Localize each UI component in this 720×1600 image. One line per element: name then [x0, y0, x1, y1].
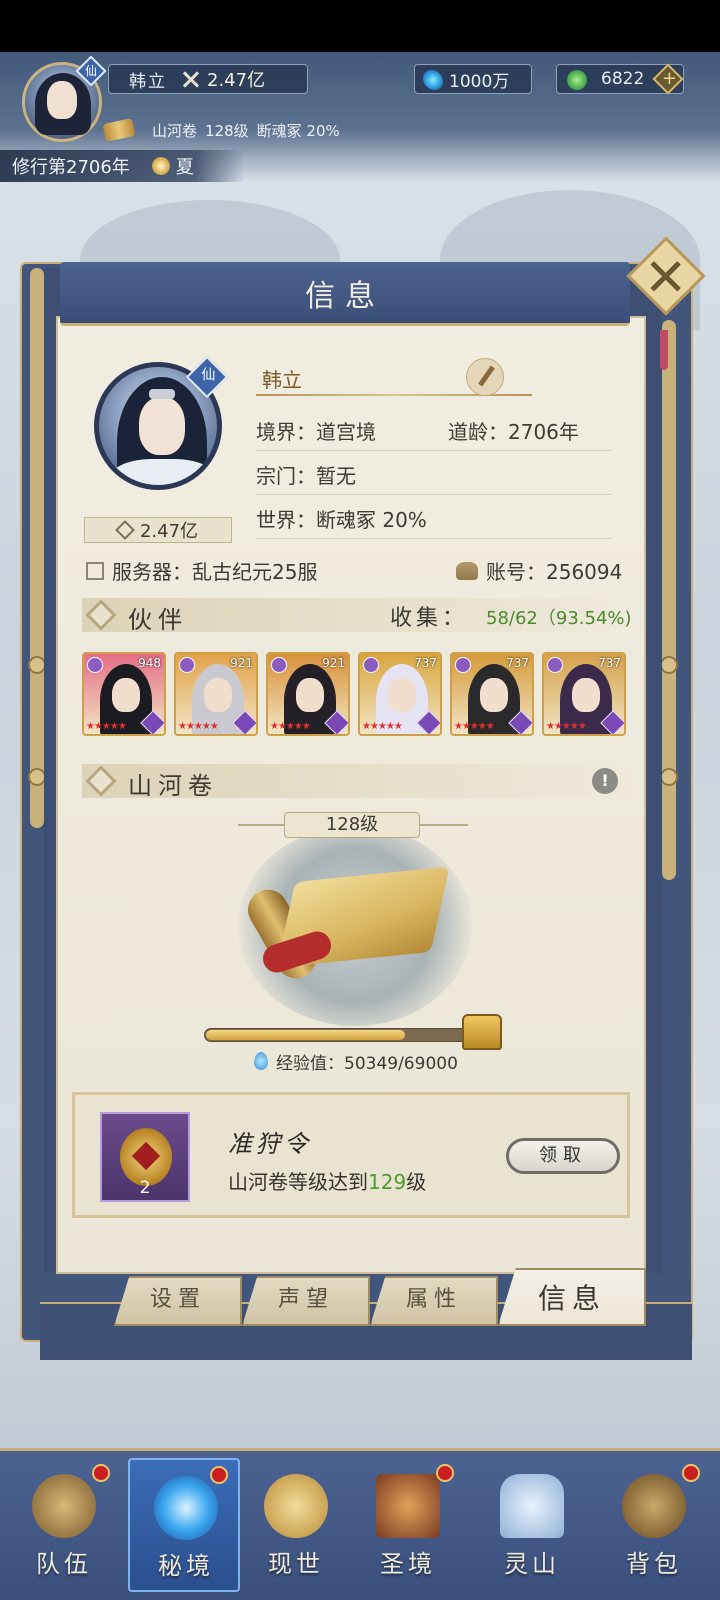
element-icon [87, 657, 103, 673]
nav-present-world[interactable]: 现世 [240, 1458, 352, 1592]
partner-card[interactable]: 737 ★★★★★ [358, 652, 442, 736]
divider [256, 450, 612, 451]
left-rail [30, 268, 44, 828]
palace-icon [376, 1474, 440, 1538]
panel-title: 信息 [305, 279, 385, 314]
scroll-summary[interactable]: 山河卷 128级 断魂冢 20% [102, 118, 364, 142]
partner-card[interactable]: 921 ★★★★★ [174, 652, 258, 736]
partner-level: 737 [506, 656, 529, 670]
exp-progress-fill [206, 1030, 405, 1040]
spirit-stone-currency[interactable]: 1000万 [414, 64, 532, 94]
tab-fame[interactable]: 声望 [242, 1276, 370, 1326]
status-bar [0, 0, 720, 52]
power-value: 2.47亿 [139, 521, 199, 542]
rail-knob [660, 656, 678, 674]
star-rating: ★★★★★ [454, 721, 495, 732]
nav-secret-realm[interactable]: 秘境 [128, 1458, 240, 1592]
team-hat-icon [32, 1474, 96, 1538]
partner-level: 737 [598, 656, 621, 670]
crossed-swords-icon [181, 70, 201, 88]
power-chip: 2.47亿 [84, 517, 232, 543]
vortex-icon [154, 1476, 218, 1540]
star-rating: ★★★★★ [178, 721, 219, 732]
account-info[interactable]: 账号：256094 [456, 556, 622, 585]
tab-info[interactable]: 信息 [498, 1268, 646, 1326]
world-text: 世界：断魂冢 20% [256, 508, 427, 532]
element-icon [455, 657, 471, 673]
rename-brush-icon[interactable] [466, 358, 504, 396]
claim-button[interactable]: 领取 [506, 1138, 620, 1174]
reward-name: 准狩令 [228, 1130, 312, 1158]
dao-age-text: 道龄：2706年 [448, 420, 579, 444]
notification-dot [92, 1464, 110, 1482]
season-label: 夏 [175, 157, 194, 178]
character-name: 韩立 [262, 368, 302, 392]
partner-level: 948 [138, 656, 161, 670]
rail-knob [660, 768, 678, 786]
partner-card[interactable]: 921 ★★★★★ [266, 652, 350, 736]
notification-dot [682, 1464, 700, 1482]
tassel-ornament [660, 330, 668, 370]
tab-settings[interactable]: 设置 [114, 1276, 242, 1326]
partner-card[interactable]: 948 ★★★★★ [82, 652, 166, 736]
mountain-icon [500, 1474, 564, 1538]
element-icon [547, 657, 563, 673]
scroll-level-banner: 128级 [284, 812, 420, 838]
reward-count: 2 [139, 1178, 151, 1198]
sun-icon [151, 157, 170, 175]
reward-description: 山河卷等级达到129级 [228, 1170, 427, 1194]
server-info: 服务器：乱古纪元25服 [86, 556, 317, 585]
add-currency-button[interactable] [652, 63, 684, 95]
nav-spirit-mountain[interactable]: 灵山 [476, 1458, 588, 1592]
divider [256, 494, 612, 495]
scroll-icon [102, 118, 136, 142]
notification-dot [210, 1466, 228, 1484]
element-icon [363, 657, 379, 673]
element-icon [271, 657, 287, 673]
partners-title: 伙伴 [128, 606, 188, 634]
player-name-power-pill[interactable]: 韩立 2.47亿 [108, 64, 308, 94]
scroll-title: 山河卷 [128, 772, 218, 800]
player-power: 2.47亿 [207, 70, 266, 91]
element-icon [179, 657, 195, 673]
partner-level: 737 [414, 656, 437, 670]
nav-team[interactable]: 队伍 [8, 1458, 120, 1592]
sword-icon [115, 520, 135, 540]
partner-level: 921 [230, 656, 253, 670]
jade-amount: 6822 [601, 69, 645, 89]
realm-text: 境界：道宫境 [256, 420, 376, 444]
tab-attributes[interactable]: 属性 [370, 1276, 498, 1326]
star-rating: ★★★★★ [86, 721, 127, 732]
bag-icon [622, 1474, 686, 1538]
partner-card[interactable]: 737 ★★★★★ [542, 652, 626, 736]
divider [256, 538, 612, 539]
nav-bag[interactable]: 背包 [598, 1458, 710, 1592]
spirit-stone-icon [423, 70, 443, 90]
star-rating: ★★★★★ [270, 721, 311, 732]
jade-icon [567, 70, 587, 90]
spirit-stone-amount: 1000万 [449, 71, 510, 92]
treasure-chest-icon[interactable] [462, 1014, 502, 1050]
star-rating: ★★★★★ [546, 721, 587, 732]
exp-drop-icon [254, 1052, 268, 1070]
partner-card[interactable]: 737 ★★★★★ [450, 652, 534, 736]
server-icon [86, 561, 104, 580]
shanhe-scroll-image[interactable] [240, 866, 450, 986]
scroll-map-icon [264, 1474, 328, 1538]
practice-year-bar: 修行第2706年 夏 [0, 150, 245, 182]
sect-text: 宗门：暂无 [256, 464, 356, 488]
star-rating: ★★★★★ [362, 721, 403, 732]
partner-level: 921 [322, 656, 345, 670]
right-rail [662, 320, 676, 880]
collect-label: 收集： [390, 606, 469, 631]
collect-value: 58/62（93.54%) [486, 608, 632, 629]
practice-year: 修行第2706年 [12, 157, 130, 178]
nav-holy-realm[interactable]: 圣境 [352, 1458, 464, 1592]
info-icon[interactable]: ! [592, 768, 618, 794]
exp-text: 经验值：50349/69000 [254, 1048, 458, 1074]
account-icon [456, 561, 478, 580]
notification-dot [436, 1464, 454, 1482]
jade-currency[interactable]: 6822 [556, 63, 684, 95]
player-name: 韩立 [129, 71, 167, 92]
